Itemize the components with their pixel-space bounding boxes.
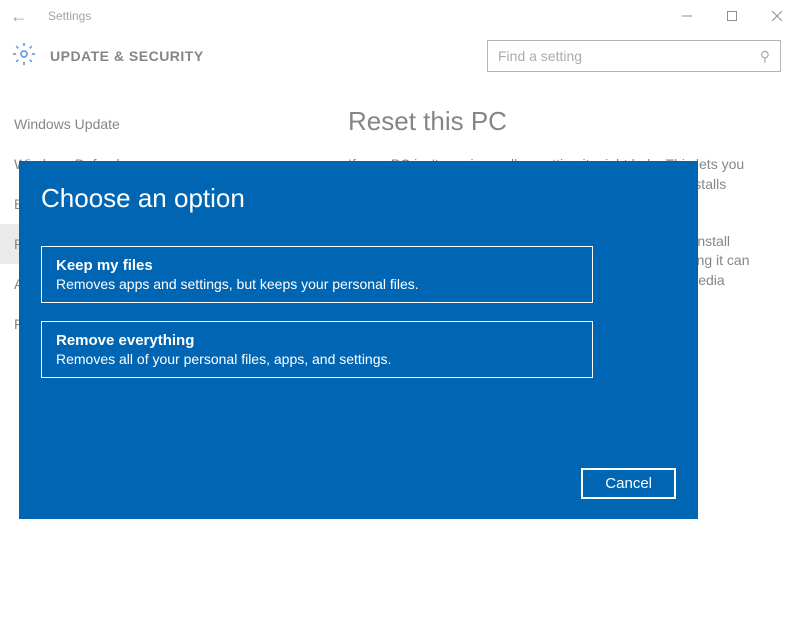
- option-remove-everything[interactable]: Remove everything Removes all of your pe…: [41, 321, 593, 378]
- option-desc: Removes apps and settings, but keeps you…: [56, 276, 578, 292]
- option-keep-my-files[interactable]: Keep my files Removes apps and settings,…: [41, 246, 593, 303]
- option-title: Keep my files: [56, 257, 578, 274]
- option-title: Remove everything: [56, 332, 578, 349]
- option-desc: Removes all of your personal files, apps…: [56, 351, 578, 367]
- dialog-title: Choose an option: [41, 183, 676, 214]
- dialog-footer: Cancel: [41, 468, 676, 499]
- cancel-button[interactable]: Cancel: [581, 468, 676, 499]
- reset-dialog: Choose an option Keep my files Removes a…: [19, 161, 698, 519]
